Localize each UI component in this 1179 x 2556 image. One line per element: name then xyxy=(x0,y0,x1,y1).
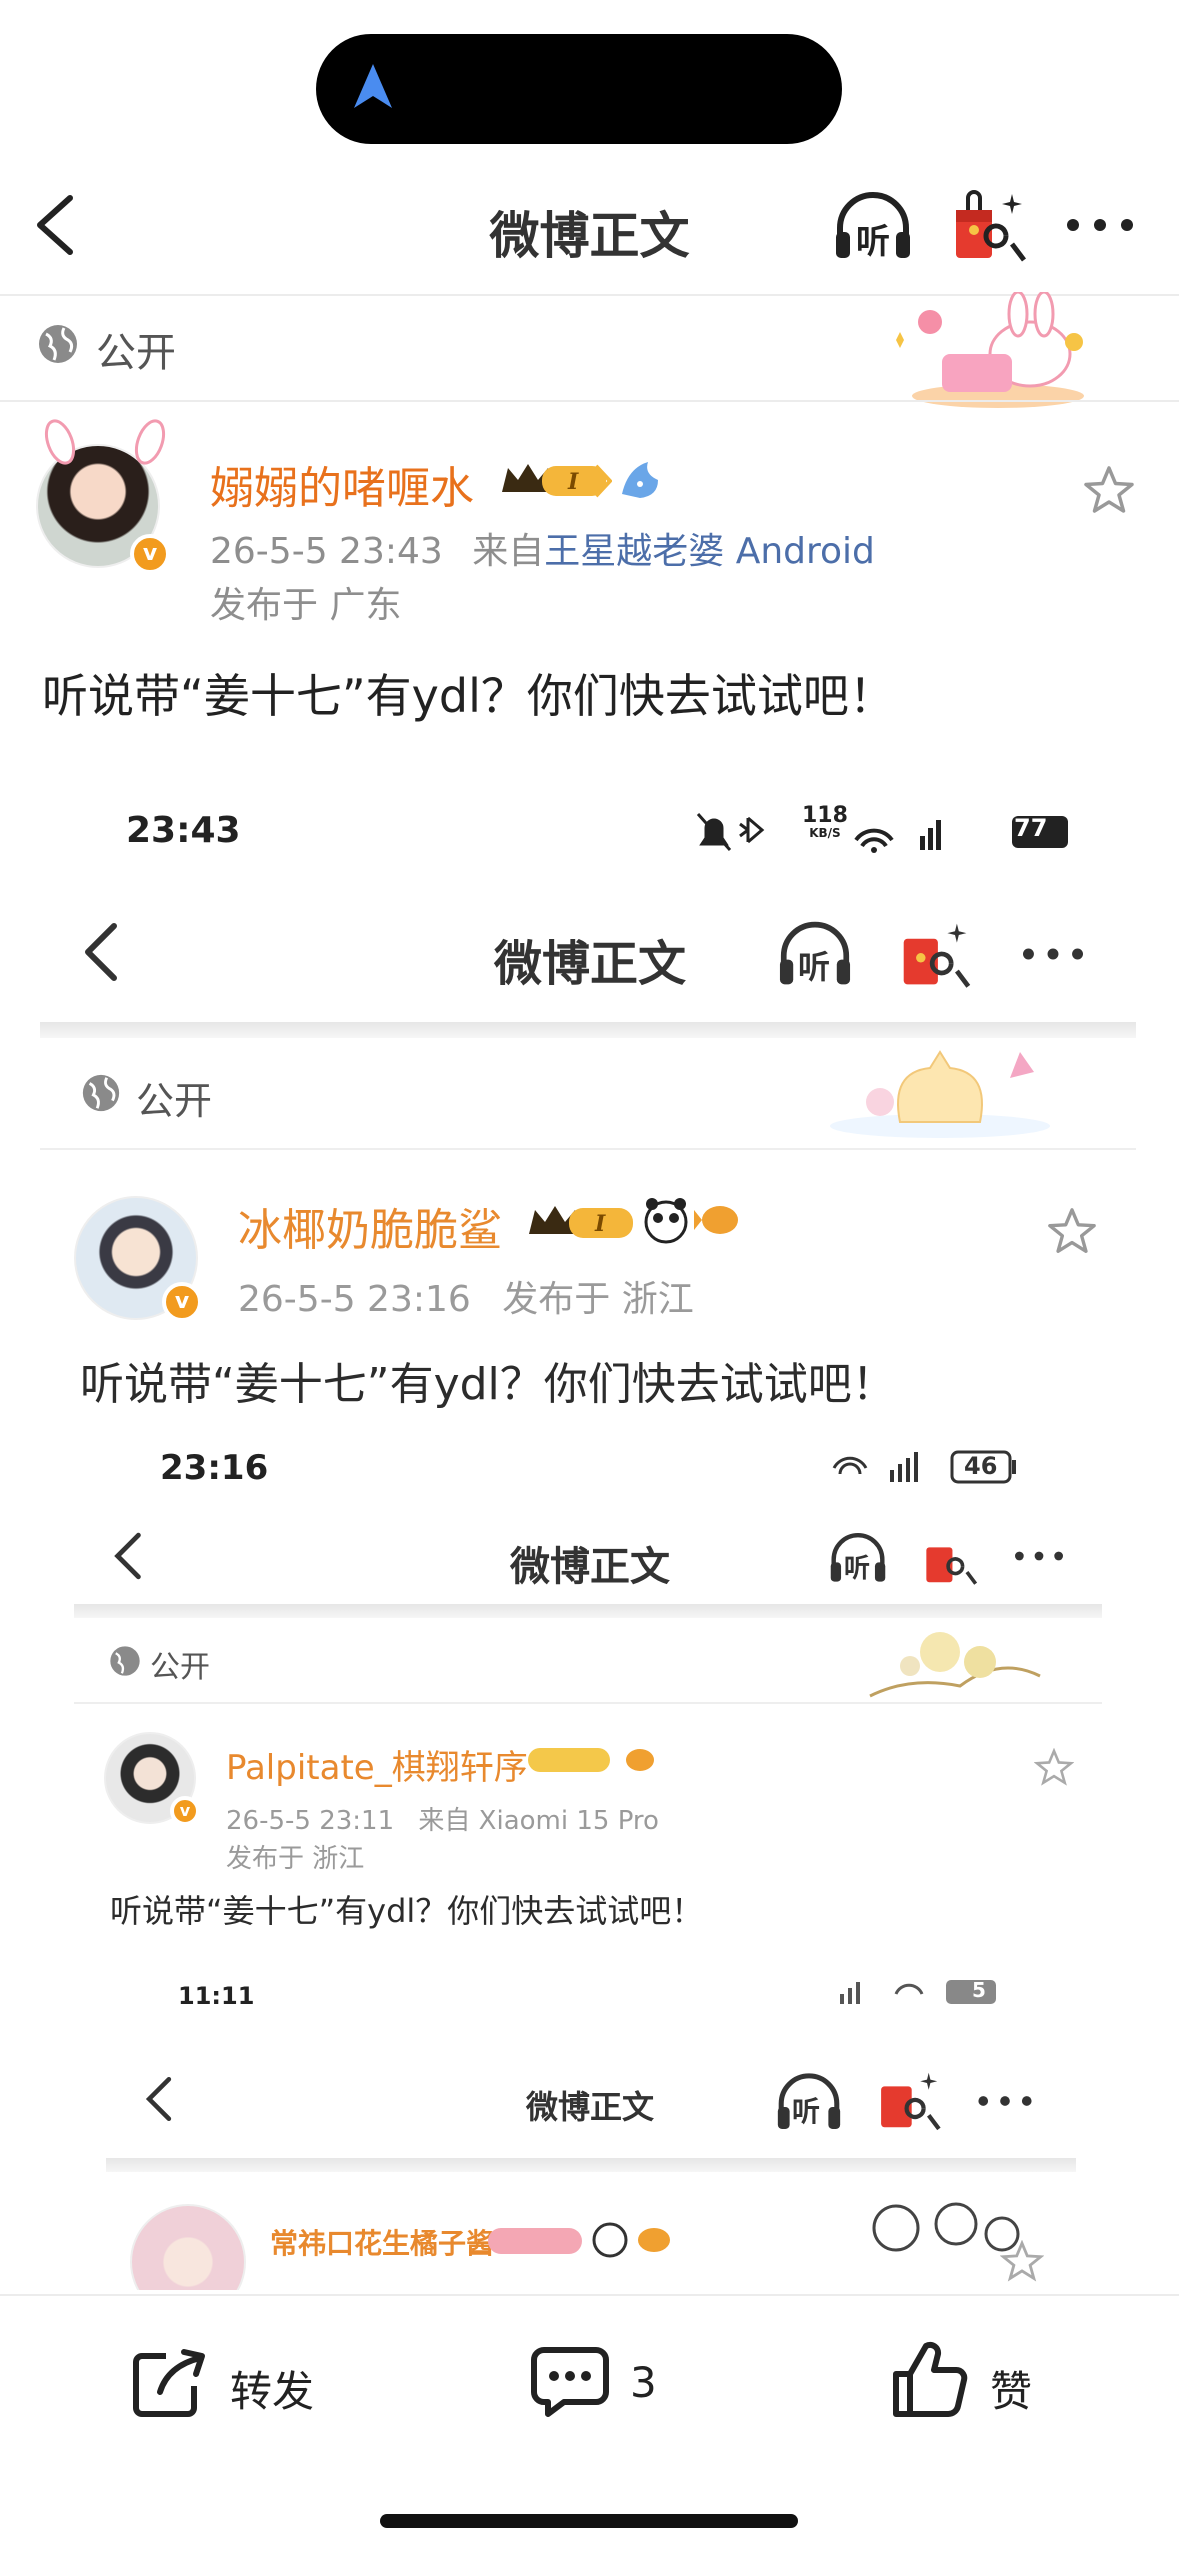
level-text: I xyxy=(567,469,579,495)
globe-icon xyxy=(39,325,77,363)
like-label: 赞 xyxy=(990,2367,1033,2416)
embed2-location: 发布于 浙江 xyxy=(226,1844,365,1874)
embed1-status-time: 23:43 xyxy=(126,810,241,851)
embed1-verified-badge: v xyxy=(162,1282,202,1322)
embed1-time: 26-5-5 23:16 xyxy=(238,1279,471,1320)
embed3-back-icon xyxy=(145,2076,172,2122)
embed2-back-icon xyxy=(114,1532,141,1580)
embed2-time: 26-5-5 23:11 xyxy=(226,1806,395,1836)
embed1-divider xyxy=(40,1148,1136,1150)
embed3-badges xyxy=(488,2222,670,2258)
visibility-divider xyxy=(0,400,1179,402)
embed1-username: 冰椰奶脆脆鲨 xyxy=(238,1205,502,1256)
embed2-level-badges xyxy=(528,1748,654,1772)
embed1-visibility: 公开 xyxy=(136,1079,213,1123)
embed1-back-icon xyxy=(85,923,117,981)
more-icon[interactable] xyxy=(1064,214,1136,236)
listen-label: 听 xyxy=(856,222,890,262)
share-icon xyxy=(133,2349,205,2417)
embed1-crown-badge: I xyxy=(529,1206,633,1238)
shark-badge-icon xyxy=(622,462,658,498)
embed2-avatar: v xyxy=(104,1732,200,1828)
comment-button[interactable]: 3 xyxy=(530,2336,690,2426)
embed3-listen-label: 听 xyxy=(792,2095,821,2128)
embed2-listen: 听 xyxy=(826,1530,890,1586)
embed2-globe-icon xyxy=(110,1646,140,1676)
embed2-listen-label: 听 xyxy=(844,1554,871,1584)
username[interactable]: 嫋嫋的啫喱水 xyxy=(210,452,474,516)
embed2-verified-badge: v xyxy=(170,1796,200,1826)
verified-badge: v xyxy=(130,534,170,574)
embed1-more-icon xyxy=(1023,948,1083,960)
embed2-visibility: 公开 xyxy=(150,1650,210,1685)
embed1-net-speed-value: 118 xyxy=(802,803,848,828)
embed1-location: 发布于 浙江 xyxy=(502,1279,694,1320)
repost-label: 转发 xyxy=(230,2367,315,2416)
svg-text:I: I xyxy=(594,1211,606,1237)
embed1-listen-label: 听 xyxy=(798,948,831,986)
embed3-title: 微博正文 xyxy=(525,2088,654,2126)
embed3-more-icon xyxy=(978,2096,1032,2106)
like-button[interactable]: 赞 xyxy=(890,2332,1050,2422)
embed2-red-packet-icon xyxy=(926,1547,978,1585)
embed2-more-icon xyxy=(1015,1551,1063,1561)
embed2-text: 听说带“姜十七”有ydl？你们快去试试吧！ xyxy=(110,1892,704,1930)
embed3-username: 常祎口花生橘子酱 xyxy=(270,2227,495,2260)
embed3-status-time: 11:11 xyxy=(178,1982,255,2010)
embed1-globe-icon xyxy=(82,1074,120,1112)
location-arrow-icon xyxy=(354,64,392,108)
visibility-label: 公开 xyxy=(96,330,176,376)
embed3-star-icon xyxy=(1000,2240,1044,2282)
embed1-panda-fish-badges xyxy=(644,1198,738,1244)
post-image[interactable]: 23:43 118 KB/S 77 微博正文 听 公开 v 冰椰奶脆脆鲨 I 2… xyxy=(0,770,1179,2290)
embed3-listen: 听 xyxy=(772,2070,846,2134)
post-source-link[interactable]: 王星越老婆 Android xyxy=(544,531,875,572)
embed1-listen: 听 xyxy=(774,918,856,990)
bunny-sticker-icon xyxy=(896,292,1084,408)
embed1-avatar: v xyxy=(74,1196,204,1326)
embed1-net-speed: 118 KB/S xyxy=(802,803,848,841)
repost-button[interactable]: 转发 xyxy=(130,2336,330,2426)
home-indicator[interactable] xyxy=(380,2514,798,2528)
embed1-text: 听说带“姜十七”有ydl？你们快去试试吧！ xyxy=(80,1359,896,1410)
embed1-meta: 26-5-5 23:16 发布于 浙江 xyxy=(238,1270,694,1322)
bunny-ears-icon xyxy=(44,419,166,465)
comment-count: 3 xyxy=(630,2358,657,2407)
embed2-flower-sticker-icon xyxy=(869,1632,1041,1698)
embed2-source: 来自 Xiaomi 15 Pro xyxy=(418,1806,659,1836)
post-location: 发布于 广东 xyxy=(210,585,402,626)
embed1-net-speed-unit: KB/S xyxy=(809,826,841,840)
comment-icon xyxy=(531,2347,609,2417)
listen-button[interactable]: 听 xyxy=(830,188,916,264)
embed2-meta: 26-5-5 23:11 来自 Xiaomi 15 Pro xyxy=(226,1800,659,1837)
embed2-title: 微博正文 xyxy=(510,1544,670,1590)
embed1-star-icon xyxy=(1048,1208,1096,1253)
embed1-title: 微博正文 xyxy=(493,936,686,992)
embed3-red-packet-icon xyxy=(881,2072,941,2131)
thumbs-up-icon xyxy=(893,2341,968,2417)
source-prefix: 来自 xyxy=(472,531,545,572)
embed2-status-icons xyxy=(832,1450,1016,1484)
post-time: 26-5-5 23:43 xyxy=(210,531,443,572)
embed1-cat-sticker-icon xyxy=(830,1050,1050,1138)
membership-crown-badge: I xyxy=(502,464,612,498)
embed2-star-icon xyxy=(1034,1748,1074,1786)
post-meta: 26-5-5 23:43 来自王星越老婆 Android xyxy=(210,522,875,574)
avatar[interactable]: v xyxy=(36,419,170,576)
embed2-username: Palpitate_棋翔轩序 xyxy=(226,1748,528,1788)
red-packet-icon[interactable] xyxy=(950,186,1030,266)
embed3-battery: 5 xyxy=(972,1978,986,2002)
embed3-avatar xyxy=(130,2204,246,2290)
post-text: 听说带“姜十七”有ydl？你们快去试试吧！ xyxy=(42,669,895,723)
embed2-status-time: 23:16 xyxy=(160,1448,269,1488)
embed2-battery: 46 xyxy=(964,1452,998,1480)
embed1-red-packet-icon xyxy=(903,923,971,988)
embed2-divider xyxy=(74,1702,1102,1704)
favorite-star-icon[interactable] xyxy=(1082,464,1136,518)
embed1-battery: 77 xyxy=(1014,814,1048,842)
embed3-header-band xyxy=(106,2158,1076,2172)
